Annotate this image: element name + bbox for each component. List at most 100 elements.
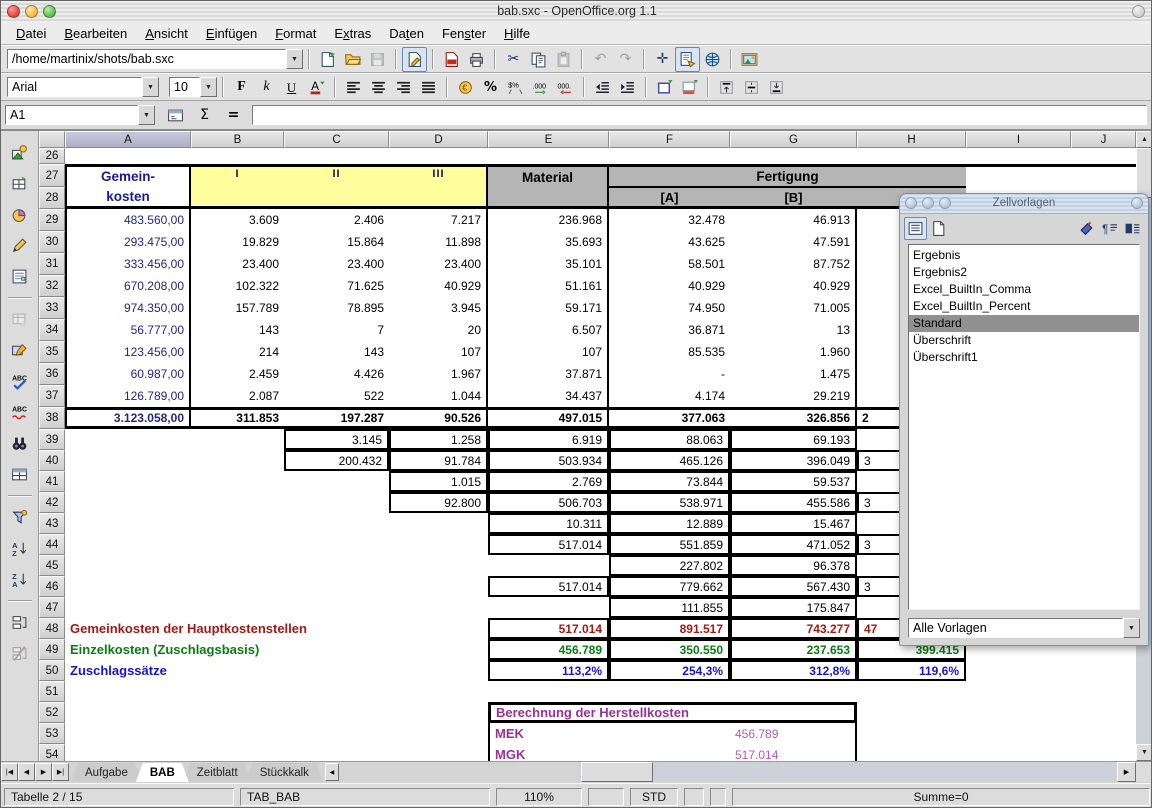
sum-icon[interactable]: Σ (192, 103, 217, 128)
row-header-51[interactable]: 51 (39, 681, 65, 702)
new-doc-icon[interactable] (315, 47, 340, 72)
cell-C29[interactable]: 2.406 (284, 209, 389, 231)
style-item-excel_builtin_comma[interactable]: Excel_BuiltIn_Comma (909, 281, 1139, 298)
cell-E31[interactable]: 35.101 (488, 253, 609, 275)
cell-D38[interactable]: 90.526 (389, 407, 488, 429)
row-header-48[interactable]: 48 (39, 618, 65, 639)
cell-E54[interactable]: MGK (488, 744, 609, 761)
next-sheet-button[interactable]: ▶ (35, 763, 52, 781)
cell-D36[interactable]: 1.967 (389, 363, 488, 385)
cell-E49[interactable]: 456.789 (488, 639, 609, 660)
cell-B31[interactable]: 23.400 (191, 253, 284, 275)
insert-mode-field[interactable]: STD (630, 788, 678, 806)
cell-A30[interactable]: 293.475,00 (65, 231, 191, 253)
cell-reference-dropdown-icon[interactable]: ▼ (138, 105, 155, 125)
zoom-field[interactable]: 110% (496, 788, 582, 806)
cell-A36[interactable]: 60.987,00 (65, 363, 191, 385)
select-all-corner[interactable] (39, 131, 65, 148)
print-icon[interactable] (464, 47, 489, 72)
sheet-tab-zeitblatt[interactable]: Zeitblatt (183, 763, 252, 782)
cell-C40[interactable]: 200.432 (284, 450, 389, 471)
cell-F38[interactable]: 377.063 (609, 407, 730, 429)
cell-A35[interactable]: 123.456,00 (65, 341, 191, 363)
cell-D32[interactable]: 40.929 (389, 275, 488, 297)
cell-D41[interactable]: 1.015 (389, 471, 488, 492)
sort-ascending-icon[interactable]: AZ (7, 536, 32, 561)
col-header-I[interactable]: I (966, 131, 1071, 148)
cell-C33[interactable]: 78.895 (284, 297, 389, 319)
cell-D29[interactable]: 7.217 (389, 209, 488, 231)
cell-E37[interactable]: 34.437 (488, 385, 609, 407)
row-header-27[interactable]: 27 (39, 164, 65, 187)
cell-E46[interactable]: 517.014 (488, 576, 609, 597)
hyperlink-icon[interactable] (700, 47, 725, 72)
cell-E40[interactable]: 503.934 (488, 450, 609, 471)
cell-E41[interactable]: 2.769 (488, 471, 609, 492)
autoformat-icon[interactable] (7, 307, 32, 332)
cell-G45[interactable]: 96.378 (730, 555, 857, 576)
cell-G41[interactable]: 59.537 (730, 471, 857, 492)
font-size-dropdown-icon[interactable]: ▼ (200, 77, 217, 97)
cell-G32[interactable]: 40.929 (730, 275, 857, 297)
underline-icon[interactable]: U (279, 75, 304, 100)
new-style-from-selection-icon[interactable]: ¶ (1098, 217, 1121, 240)
row-header-35[interactable]: 35 (39, 341, 65, 363)
page-styles-icon[interactable] (927, 217, 950, 240)
header-gemeinkosten[interactable]: Gemein-kosten (65, 164, 191, 209)
cell-G35[interactable]: 1.960 (730, 341, 857, 363)
row-header-40[interactable]: 40 (39, 450, 65, 471)
cell-A32[interactable]: 670.208,00 (65, 275, 191, 297)
scroll-up-icon[interactable]: ▲ (1136, 131, 1152, 148)
sheet-tab-bab[interactable]: BAB (136, 763, 189, 782)
navigator-icon[interactable]: ✛ (650, 47, 675, 72)
cell-E34[interactable]: 6.507 (488, 319, 609, 341)
cell-F42[interactable]: 538.971 (609, 492, 730, 513)
scroll-right-icon[interactable]: ▶ (1117, 762, 1136, 782)
font-name-field[interactable]: Arial (7, 77, 142, 97)
cell-D31[interactable]: 23.400 (389, 253, 488, 275)
paste-icon[interactable] (551, 47, 576, 72)
style-item-excel_builtin_percent[interactable]: Excel_BuiltIn_Percent (909, 298, 1139, 315)
cell-G49[interactable]: 237.653 (730, 639, 857, 660)
cell-G40[interactable]: 396.049 (730, 450, 857, 471)
cell-F41[interactable]: 73.844 (609, 471, 730, 492)
cell-B38[interactable]: 311.853 (191, 407, 284, 429)
cell-E35[interactable]: 107 (488, 341, 609, 363)
style-filter-field[interactable]: Alle Vorlagen (908, 618, 1123, 638)
cut-icon[interactable]: ✂ (501, 47, 526, 72)
cell-C38[interactable]: 197.287 (284, 407, 389, 429)
cell-D39[interactable]: 1.258 (389, 429, 488, 450)
currency-icon[interactable]: € (453, 75, 478, 100)
menu-einfügen[interactable]: Einfügen (197, 24, 266, 43)
col-header-H[interactable]: H (857, 131, 966, 148)
font-size-field[interactable]: 10 (169, 77, 200, 97)
cell-D35[interactable]: 107 (389, 341, 488, 363)
col-header-G[interactable]: G (730, 131, 857, 148)
cell-G47[interactable]: 175.847 (730, 597, 857, 618)
cell-E50[interactable]: 113,2% (488, 660, 609, 681)
cell-C39[interactable]: 3.145 (284, 429, 389, 450)
cell-G44[interactable]: 471.052 (730, 534, 857, 555)
cell-A37[interactable]: 126.789,00 (65, 385, 191, 407)
cell-G42[interactable]: 455.586 (730, 492, 857, 513)
cell-F37[interactable]: 4.174 (609, 385, 730, 407)
cell-B30[interactable]: 19.829 (191, 231, 284, 253)
cell-A31[interactable]: 333.456,00 (65, 253, 191, 275)
cell-F43[interactable]: 12.889 (609, 513, 730, 534)
font-color-icon[interactable]: A (304, 75, 329, 100)
cell-A34[interactable]: 56.777,00 (65, 319, 191, 341)
cell-G37[interactable]: 29.219 (730, 385, 857, 407)
cell-F49[interactable]: 350.550 (609, 639, 730, 660)
auto-spellcheck-icon[interactable]: ABC (7, 400, 32, 425)
cell-D40[interactable]: 91.784 (389, 450, 488, 471)
cell-F36[interactable]: - (609, 363, 730, 385)
function-autopilot-icon[interactable] (163, 103, 188, 128)
menu-datei[interactable]: Datei (7, 24, 55, 43)
cell-A49[interactable]: Einzelkosten (Zuschlagsbasis) (65, 639, 488, 660)
menu-bearbeiten[interactable]: Bearbeiten (55, 24, 136, 43)
cell-G54[interactable]: 517.014 (730, 744, 857, 761)
cell-E42[interactable]: 506.703 (488, 492, 609, 513)
cell-C37[interactable]: 522 (284, 385, 389, 407)
align-center-vertical-icon[interactable] (739, 75, 764, 100)
tab-scroll-button[interactable]: ◀ (325, 763, 339, 781)
